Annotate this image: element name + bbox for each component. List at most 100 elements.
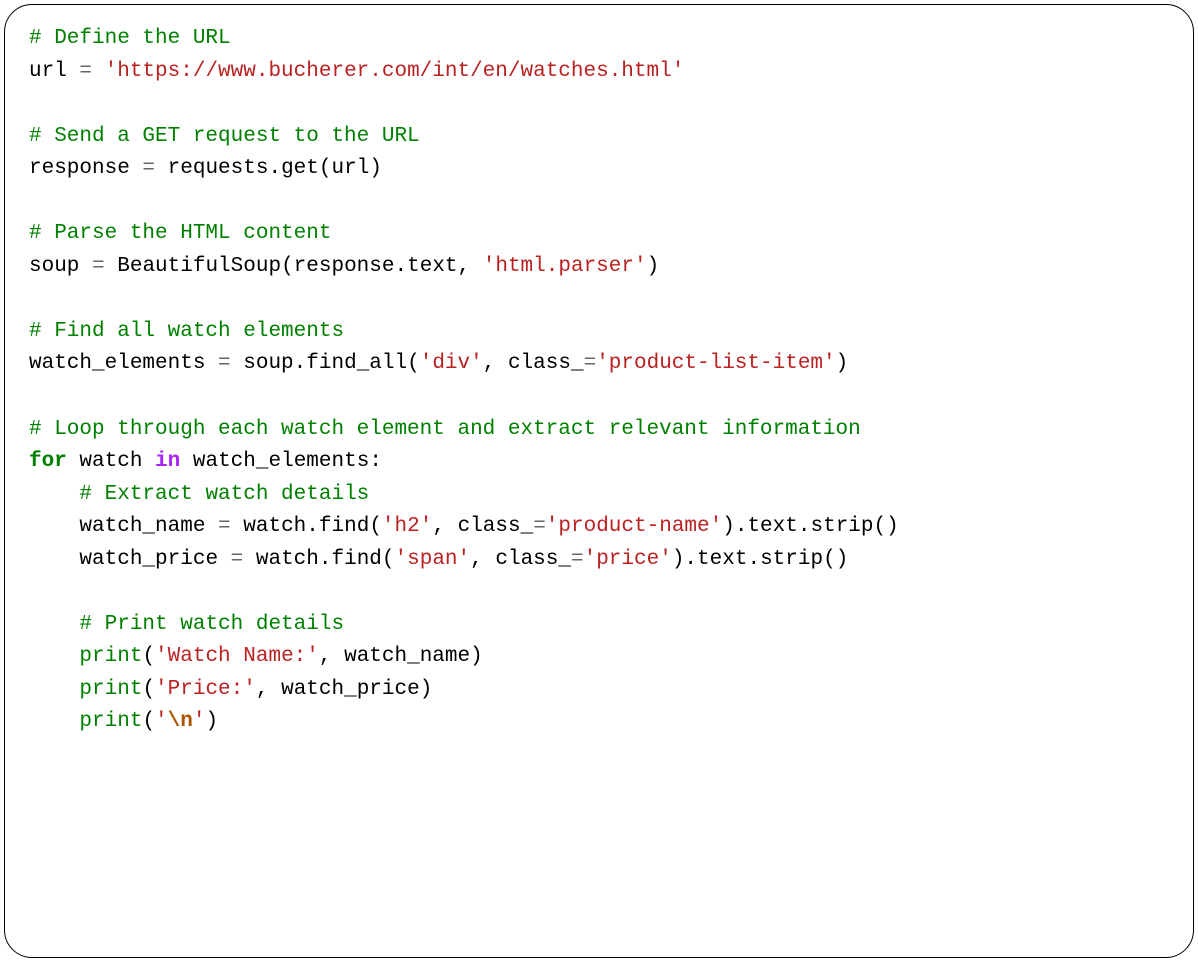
- punct: ,: [256, 678, 281, 701]
- identifier: class_: [508, 352, 584, 375]
- comment: # Extract watch details: [79, 483, 369, 506]
- punct: (: [369, 515, 382, 538]
- punct: ): [369, 157, 382, 180]
- string-literal: 'price': [584, 548, 672, 571]
- indent: [29, 710, 79, 733]
- punct: (: [823, 548, 836, 571]
- string-literal: 'div': [420, 352, 483, 375]
- code-line: # Define the URL: [29, 23, 1169, 56]
- code-line: print('Price:', watch_price): [29, 674, 1169, 707]
- code-line: for watch in watch_elements:: [29, 446, 1169, 479]
- string-literal: 'product-list-item': [596, 352, 835, 375]
- identifier: watch: [79, 450, 142, 473]
- identifier: strip: [760, 548, 823, 571]
- code-line: response = requests.get(url): [29, 153, 1169, 186]
- string-literal: 'span': [395, 548, 471, 571]
- operator: =: [533, 515, 546, 538]
- comment: # Send a GET request to the URL: [29, 125, 420, 148]
- blank-line: [29, 576, 1169, 609]
- builtin: print: [79, 710, 142, 733]
- variable: response: [29, 157, 130, 180]
- identifier: url: [332, 157, 370, 180]
- identifier: find: [331, 548, 381, 571]
- code-line: # Extract watch details: [29, 479, 1169, 512]
- space: [180, 450, 193, 473]
- punct: ): [470, 645, 483, 668]
- string-literal: 'Watch Name:': [155, 645, 319, 668]
- code-line: watch_elements = soup.find_all('div', cl…: [29, 348, 1169, 381]
- punct: ,: [458, 255, 483, 278]
- indent: [29, 613, 79, 636]
- comment: # Parse the HTML content: [29, 222, 331, 245]
- variable: watch_elements: [29, 352, 205, 375]
- punct: .: [395, 255, 408, 278]
- identifier: soup: [243, 352, 293, 375]
- indent: [29, 678, 79, 701]
- code-line: print('Watch Name:', watch_name): [29, 641, 1169, 674]
- punct: (: [142, 678, 155, 701]
- indent: [29, 483, 79, 506]
- comment: # Find all watch elements: [29, 320, 344, 343]
- operator: =: [218, 548, 256, 571]
- punct: .: [798, 515, 811, 538]
- identifier: find: [319, 515, 369, 538]
- punct: ): [205, 710, 218, 733]
- punct: (: [319, 157, 332, 180]
- punct: ): [836, 548, 849, 571]
- operator: =: [205, 352, 243, 375]
- keyword: in: [155, 450, 180, 473]
- punct: (: [142, 645, 155, 668]
- space: [142, 450, 155, 473]
- identifier: strip: [810, 515, 873, 538]
- code-line: watch_price = watch.find('span', class_=…: [29, 544, 1169, 577]
- string-literal: ': [193, 710, 206, 733]
- punct: .: [747, 548, 760, 571]
- identifier: class_: [495, 548, 571, 571]
- identifier: watch: [256, 548, 319, 571]
- code-block: # Define the URL url = 'https://www.buch…: [4, 4, 1194, 958]
- punct: (: [281, 255, 294, 278]
- punct: ,: [432, 515, 457, 538]
- comment: # Loop through each watch element and ex…: [29, 418, 861, 441]
- identifier: text: [697, 548, 747, 571]
- code-line: soup = BeautifulSoup(response.text, 'htm…: [29, 251, 1169, 284]
- punct: .: [268, 157, 281, 180]
- keyword: for: [29, 450, 67, 473]
- blank-line: [29, 186, 1169, 219]
- identifier: text: [407, 255, 457, 278]
- operator: =: [130, 157, 168, 180]
- identifier: get: [281, 157, 319, 180]
- builtin: print: [79, 645, 142, 668]
- code-line: watch_name = watch.find('h2', class_='pr…: [29, 511, 1169, 544]
- escape-char: \n: [168, 710, 193, 733]
- code-line: print('\n'): [29, 706, 1169, 739]
- punct: .: [735, 515, 748, 538]
- punct: :: [369, 450, 382, 473]
- punct: ): [672, 548, 685, 571]
- punct: (: [382, 548, 395, 571]
- string-literal: ': [155, 710, 168, 733]
- blank-line: [29, 283, 1169, 316]
- comment: # Print watch details: [79, 613, 344, 636]
- blank-line: [29, 88, 1169, 121]
- indent: [29, 548, 79, 571]
- identifier: text: [747, 515, 797, 538]
- punct: ,: [319, 645, 344, 668]
- variable: soup: [29, 255, 79, 278]
- variable: watch_price: [79, 548, 218, 571]
- identifier: watch_price: [281, 678, 420, 701]
- punct: .: [294, 352, 307, 375]
- punct: (: [874, 515, 887, 538]
- punct: .: [306, 515, 319, 538]
- string-literal: 'h2': [382, 515, 432, 538]
- punct: ,: [470, 548, 495, 571]
- punct: (: [142, 710, 155, 733]
- identifier: requests: [168, 157, 269, 180]
- blank-line: [29, 381, 1169, 414]
- code-line: # Parse the HTML content: [29, 218, 1169, 251]
- string-literal: 'Price:': [155, 678, 256, 701]
- operator: =: [571, 548, 584, 571]
- identifier: class_: [458, 515, 534, 538]
- operator: =: [205, 515, 243, 538]
- operator: =: [67, 60, 105, 83]
